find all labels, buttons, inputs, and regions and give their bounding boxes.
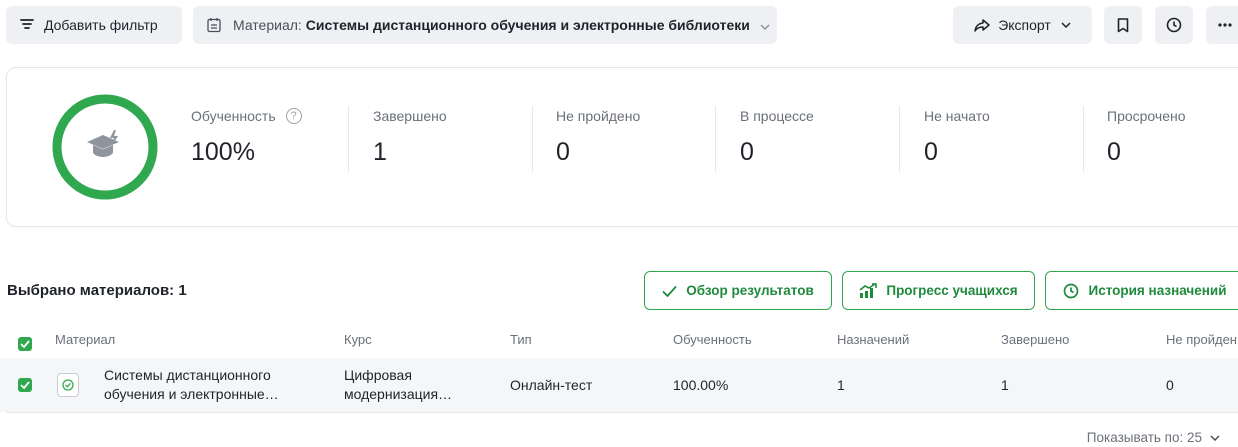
stat-failed-label: Не пройдено — [556, 108, 641, 124]
stat-divider — [1083, 106, 1084, 172]
stat-divider — [899, 106, 900, 172]
learner-progress-label: Прогресс учащихся — [886, 283, 1018, 298]
history-button[interactable] — [1155, 6, 1193, 44]
stat-learning-label: Обученность — [191, 108, 276, 124]
cell-completed: 1 — [1001, 377, 1009, 393]
stat-not-started-label: Не начато — [924, 108, 990, 124]
progress-ring — [52, 94, 158, 200]
add-filter-label: Добавить фильтр — [44, 17, 158, 33]
col-completed[interactable]: Завершено — [1001, 332, 1069, 347]
cell-assigned: 1 — [837, 377, 845, 393]
graduation-cap-icon — [87, 130, 119, 157]
review-results-label: Обзор результатов — [686, 283, 814, 298]
table-row[interactable]: Системы дистанционного обучения и электр… — [0, 358, 1238, 412]
clock-icon — [1166, 17, 1182, 33]
cell-type: Онлайн-тест — [510, 377, 593, 393]
bookmark-button[interactable] — [1104, 6, 1142, 44]
stat-completed-label: Завершено — [373, 108, 447, 124]
course-name-line2: модернизация… — [344, 386, 453, 402]
cell-failed: 0 — [1166, 377, 1174, 393]
course-name-line1: Цифровая — [344, 367, 412, 383]
col-material[interactable]: Материал — [55, 332, 115, 347]
assignment-history-button[interactable]: История назначений — [1045, 271, 1238, 310]
stat-completed: Завершено 1 — [373, 108, 447, 167]
stat-completed-value: 1 — [373, 138, 387, 166]
stat-in-progress-value: 0 — [740, 138, 754, 166]
material-name-line1[interactable]: Системы дистанционного — [104, 366, 271, 385]
assignment-history-label: История назначений — [1088, 283, 1227, 298]
more-dots-icon — [1218, 23, 1232, 27]
filter-icon — [20, 17, 34, 33]
stat-divider — [532, 106, 533, 172]
material-name-line2[interactable]: обучения и электронные… — [104, 385, 279, 404]
col-course[interactable]: Курс — [344, 332, 372, 347]
stat-divider — [348, 106, 349, 172]
stat-not-started-value: 0 — [924, 138, 938, 166]
calendar-icon — [207, 17, 221, 33]
more-options-button[interactable] — [1206, 6, 1238, 44]
material-filter-key: Материал: — [233, 17, 302, 33]
share-arrow-icon — [974, 18, 990, 32]
review-results-button[interactable]: Обзор результатов — [644, 271, 832, 310]
chevron-down-icon — [1210, 434, 1220, 441]
page-size-label: Показывать по: 25 — [1086, 430, 1202, 445]
col-learning[interactable]: Обученность — [673, 332, 752, 347]
cell-learning: 100.00% — [673, 377, 729, 393]
page-size-selector[interactable]: Показывать по: 25 — [1087, 430, 1220, 445]
learner-progress-button[interactable]: Прогресс учащихся — [842, 271, 1035, 310]
stat-overdue: Просрочено 0 — [1107, 108, 1186, 167]
stat-overdue-label: Просрочено — [1107, 108, 1186, 124]
col-assigned[interactable]: Назначений — [837, 332, 909, 347]
stat-in-progress: В процессе 0 — [740, 108, 814, 167]
col-type[interactable]: Тип — [510, 332, 532, 347]
table-header: Материал Курс Тип Обученность Назначений… — [0, 322, 1238, 358]
selected-count: Выбрано материалов: 1 — [7, 282, 187, 299]
stat-learning-value: 100% — [191, 138, 255, 166]
col-failed[interactable]: Не пройден — [1166, 332, 1237, 347]
export-label: Экспорт — [998, 17, 1051, 33]
add-filter-button[interactable]: Добавить фильтр — [6, 6, 182, 44]
export-button[interactable]: Экспорт — [953, 6, 1092, 44]
chevron-down-icon — [760, 17, 770, 33]
table-divider — [6, 412, 1238, 413]
clock-icon — [1063, 283, 1079, 299]
stats-card: Обученность ? 100% Завершено 1 Не пройде… — [6, 67, 1238, 227]
stat-failed: Не пройдено 0 — [556, 108, 640, 167]
row-checkbox[interactable] — [18, 378, 32, 392]
bookmark-icon — [1117, 17, 1129, 33]
progress-chart-icon — [859, 282, 878, 299]
material-filter-chip[interactable]: Материал: Системы дистанционного обучени… — [193, 6, 777, 44]
stat-failed-value: 0 — [556, 138, 570, 166]
stat-learning: Обученность ? 100% — [191, 108, 302, 167]
stat-not-started: Не начато 0 — [924, 108, 990, 167]
stat-in-progress-label: В процессе — [740, 108, 814, 124]
stat-divider — [715, 106, 716, 172]
test-file-icon — [57, 373, 79, 397]
chevron-down-icon — [1061, 22, 1071, 28]
select-all-checkbox[interactable] — [18, 337, 32, 351]
material-filter-value: Системы дистанционного обучения и электр… — [305, 17, 750, 33]
check-icon — [662, 285, 677, 297]
help-icon[interactable]: ? — [285, 108, 302, 124]
stat-overdue-value: 0 — [1107, 138, 1121, 166]
